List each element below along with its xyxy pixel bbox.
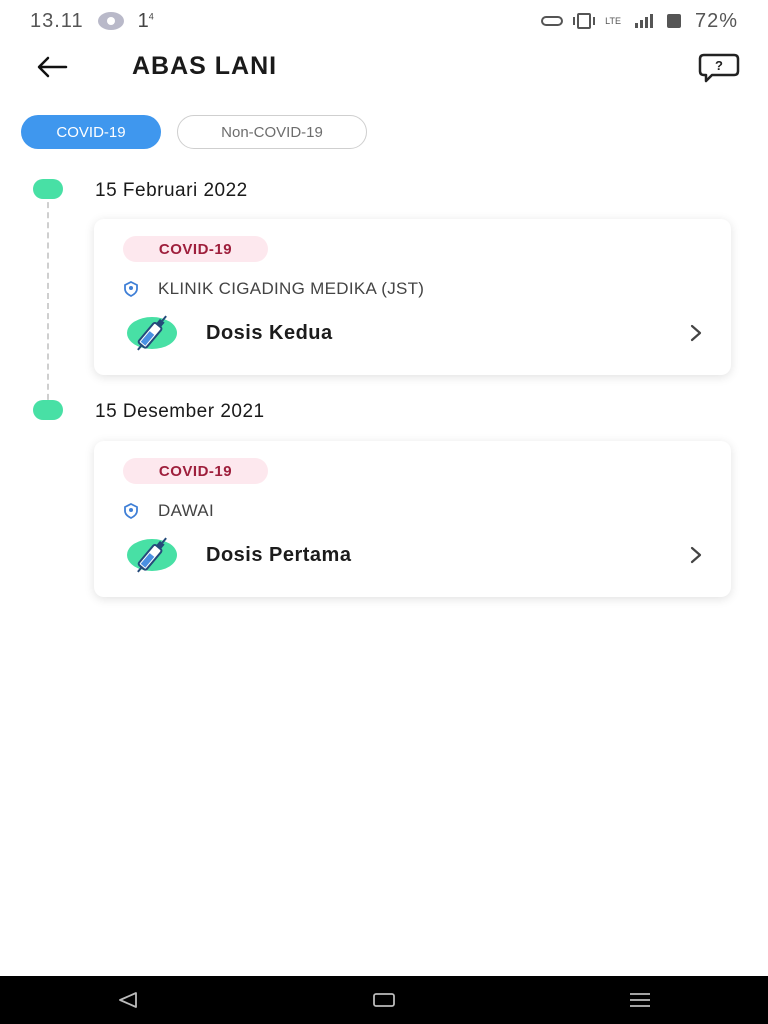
nav-back-button[interactable] bbox=[98, 976, 158, 1024]
location-pin-icon bbox=[124, 503, 138, 519]
triangle-back-icon bbox=[119, 992, 137, 1008]
menu-lines-icon bbox=[630, 993, 650, 1007]
arrow-left-icon bbox=[37, 56, 68, 78]
system-nav-bar bbox=[0, 976, 768, 1024]
chevron-right-icon bbox=[690, 324, 702, 342]
status-right: LTE 72% bbox=[541, 10, 738, 33]
notification-count-value: 1 bbox=[137, 9, 149, 32]
app-notification-icon bbox=[97, 12, 124, 30]
vaccine-type-badge: COVID-19 bbox=[123, 458, 268, 484]
battery-icon bbox=[666, 14, 681, 28]
tab-non-covid-19[interactable]: Non-COVID-19 bbox=[177, 115, 367, 149]
location-name: DAWAI bbox=[158, 501, 214, 520]
category-tabs: COVID-19 Non-COVID-19 bbox=[21, 115, 367, 149]
record-date: 15 Desember 2021 bbox=[95, 401, 265, 422]
vpn-key-icon bbox=[541, 16, 564, 26]
timeline-connector bbox=[47, 192, 49, 410]
location-row: DAWAI bbox=[124, 501, 214, 521]
vaccine-syringe-icon bbox=[127, 315, 177, 351]
notification-count-superscript: 4 bbox=[148, 10, 154, 21]
record-date: 15 Februari 2022 bbox=[95, 180, 248, 201]
back-button[interactable] bbox=[32, 50, 72, 84]
timeline-dot bbox=[33, 400, 63, 420]
dose-label: Dosis Kedua bbox=[206, 321, 333, 344]
location-row: KLINIK CIGADING MEDIKA (JST) bbox=[124, 279, 424, 299]
vaccination-card-dose-1[interactable]: COVID-19 DAWAI Dosis Pertama bbox=[94, 441, 731, 597]
tab-covid-19[interactable]: COVID-19 bbox=[21, 115, 161, 149]
vibrate-icon bbox=[573, 13, 596, 29]
signal-icon bbox=[634, 14, 653, 28]
location-name: KLINIK CIGADING MEDIKA (JST) bbox=[158, 279, 425, 298]
status-left: 13.11 14 bbox=[30, 10, 154, 33]
network-type: LTE bbox=[605, 15, 621, 26]
notification-count: 14 bbox=[138, 10, 154, 33]
nav-home-button[interactable] bbox=[354, 976, 414, 1024]
vaccine-type-badge: COVID-19 bbox=[123, 236, 268, 262]
chevron-right-icon bbox=[690, 546, 702, 564]
location-pin-icon bbox=[124, 281, 138, 297]
square-home-icon bbox=[373, 993, 395, 1007]
page-title: ABAS LANI bbox=[132, 52, 278, 80]
timeline-dot bbox=[33, 179, 63, 199]
status-bar: 13.11 14 LTE 72% bbox=[0, 0, 768, 42]
dose-label: Dosis Pertama bbox=[206, 543, 352, 566]
help-button[interactable]: ? bbox=[698, 52, 740, 84]
nav-menu-button[interactable] bbox=[610, 976, 670, 1024]
svg-text:?: ? bbox=[715, 58, 723, 73]
help-bubble-icon: ? bbox=[698, 53, 740, 83]
vaccination-card-dose-2[interactable]: COVID-19 KLINIK CIGADING MEDIKA (JST) Do… bbox=[94, 219, 731, 375]
dose-row: Dosis Pertama bbox=[126, 535, 702, 575]
screen: 13.11 14 LTE 72% ABAS LANI ? COVID-19 No… bbox=[0, 0, 768, 1024]
status-time: 13.11 bbox=[30, 9, 84, 32]
app-header: ABAS LANI ? bbox=[0, 42, 768, 92]
battery-level: 72% bbox=[694, 9, 738, 32]
dose-row: Dosis Kedua bbox=[126, 313, 702, 353]
vaccine-syringe-icon bbox=[127, 537, 177, 573]
